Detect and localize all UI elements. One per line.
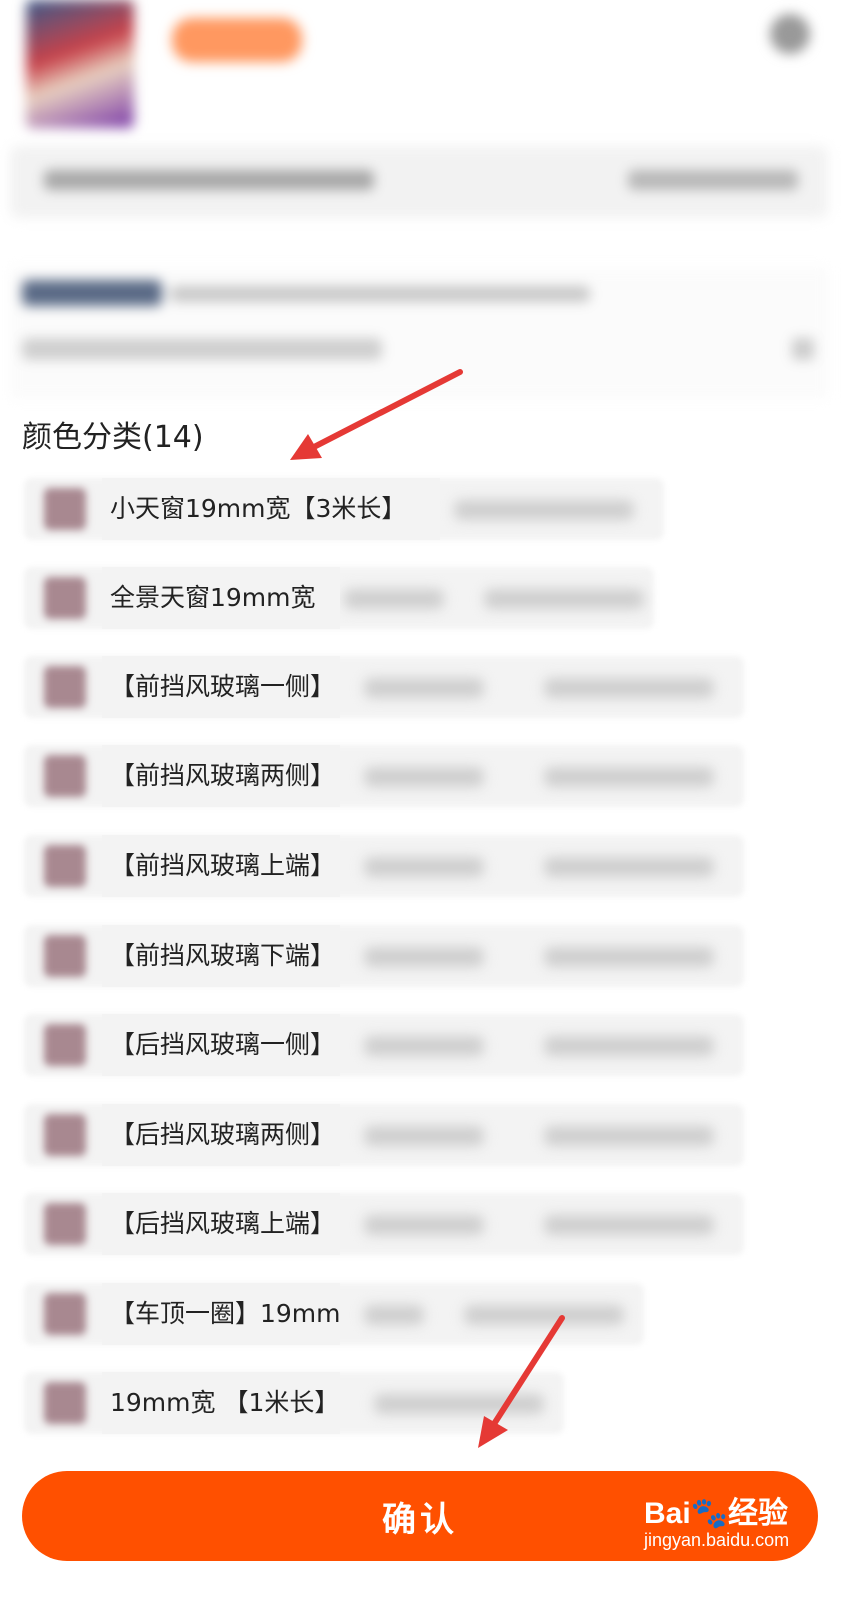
variant-swatch: [44, 577, 86, 619]
variant-option[interactable]: 全景天窗19mm宽: [24, 567, 744, 629]
variant-option-label: 【前挡风玻璃上端】: [110, 851, 336, 880]
service-info-row[interactable]: [10, 268, 828, 398]
variant-option-label: 全景天窗19mm宽: [110, 583, 316, 612]
variant-option[interactable]: 19mm宽 【1米长】: [24, 1372, 744, 1434]
variant-option[interactable]: 【后挡风玻璃一侧】: [24, 1014, 744, 1076]
variant-option-label: 【前挡风玻璃下端】: [110, 941, 336, 970]
color-category-title: 颜色分类(14): [22, 420, 204, 455]
variant-option[interactable]: 【前挡风玻璃上端】: [24, 835, 744, 897]
watermark-url: jingyan.baidu.com: [644, 1530, 790, 1550]
variant-swatch: [44, 755, 86, 797]
variant-option-label: 【前挡风玻璃一侧】: [110, 672, 336, 701]
variant-swatch: [44, 935, 86, 977]
variant-swatch: [44, 488, 86, 530]
baidu-jingyan-watermark: Bai🐾经验 jingyan.baidu.com: [644, 1478, 804, 1558]
variant-option[interactable]: 【后挡风玻璃两侧】: [24, 1104, 744, 1166]
variant-swatch: [44, 1114, 86, 1156]
variant-option[interactable]: 小天窗19mm宽【3米长】: [24, 478, 744, 540]
variant-option-label: 【后挡风玻璃两侧】: [110, 1120, 336, 1149]
variant-option[interactable]: 【后挡风玻璃上端】: [24, 1193, 744, 1255]
variant-swatch: [44, 666, 86, 708]
variant-swatch: [44, 1293, 86, 1335]
variant-option-label: 【后挡风玻璃一侧】: [110, 1030, 336, 1059]
variant-swatch: [44, 1024, 86, 1066]
variant-swatch: [44, 1382, 86, 1424]
variant-option[interactable]: 【前挡风玻璃两侧】: [24, 745, 744, 807]
shipping-address-row[interactable]: [10, 146, 828, 218]
close-icon[interactable]: [770, 14, 810, 54]
product-price: [172, 18, 302, 62]
variant-option[interactable]: 【车顶一圈】19mm: [24, 1283, 744, 1345]
variant-option-label: 【前挡风玻璃两侧】: [110, 761, 336, 790]
variant-swatch: [44, 1203, 86, 1245]
watermark-brand: Bai🐾经验: [644, 1497, 789, 1530]
variant-swatch: [44, 845, 86, 887]
variant-option-label: 19mm宽 【1米长】: [110, 1388, 340, 1417]
variant-option-label: 小天窗19mm宽【3米长】: [110, 494, 407, 523]
variant-option-label: 【后挡风玻璃上端】: [110, 1209, 336, 1238]
variant-option-label: 【车顶一圈】19mm: [110, 1299, 340, 1328]
product-thumbnail: [26, 0, 134, 128]
variant-option[interactable]: 【前挡风玻璃下端】: [24, 925, 744, 987]
variant-option[interactable]: 【前挡风玻璃一侧】: [24, 656, 744, 718]
